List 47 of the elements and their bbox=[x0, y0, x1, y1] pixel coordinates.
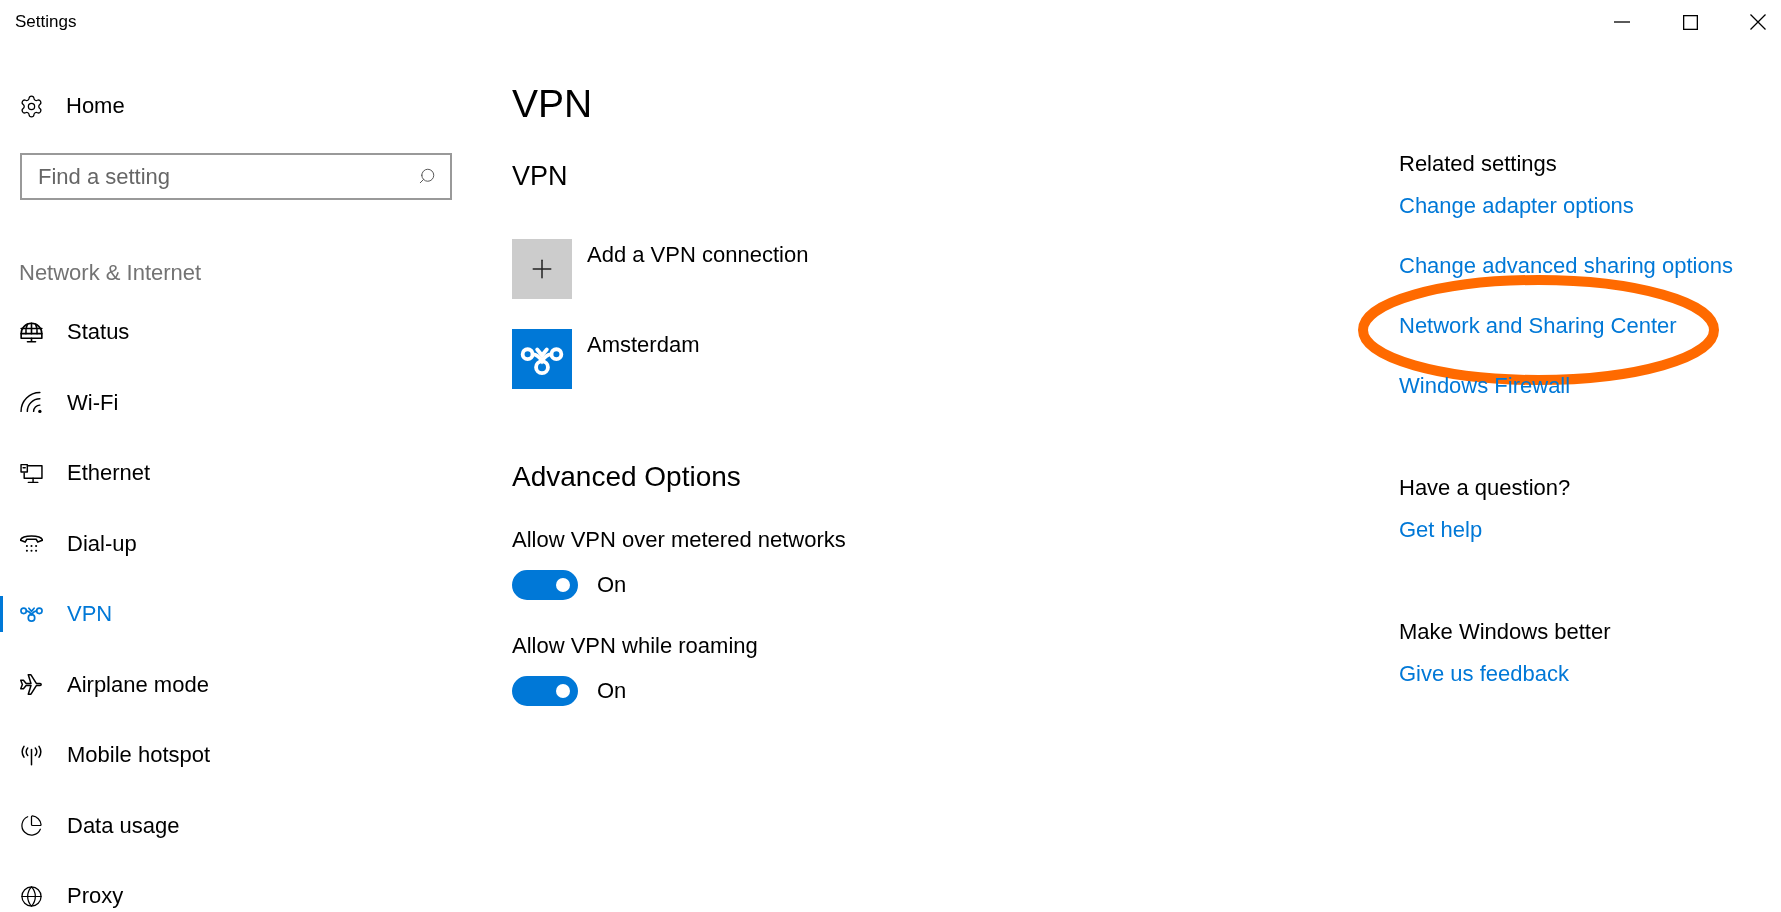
settings-link[interactable]: Give us feedback bbox=[1399, 660, 1569, 688]
option-label: Allow VPN while roaming bbox=[512, 632, 758, 660]
settings-link[interactable]: Change advanced sharing options bbox=[1399, 252, 1733, 280]
nav-item[interactable]: Proxy bbox=[0, 878, 130, 912]
nav-item[interactable]: Dial-up bbox=[0, 525, 143, 562]
section-label: Network & Internet bbox=[18, 259, 203, 287]
monitor-icon bbox=[20, 461, 43, 485]
globe-icon bbox=[20, 884, 43, 908]
section-heading: Advanced Options bbox=[512, 460, 741, 494]
minimize-icon bbox=[1614, 21, 1630, 23]
toggle-state-label: On bbox=[597, 677, 627, 705]
home-button[interactable]: Home bbox=[0, 82, 131, 130]
section-heading: Related settings bbox=[1399, 150, 1557, 178]
nav-item[interactable]: Ethernet bbox=[0, 455, 157, 491]
window-title: Settings bbox=[15, 12, 77, 32]
section-heading: Make Windows better bbox=[1399, 618, 1611, 646]
settings-link[interactable]: Change adapter options bbox=[1399, 192, 1634, 220]
nav-item[interactable]: Status bbox=[0, 314, 136, 350]
plus-icon bbox=[512, 239, 572, 299]
wifi-icon bbox=[20, 391, 43, 414]
toggle-switch[interactable] bbox=[512, 570, 578, 600]
nav-item[interactable]: VPN bbox=[0, 596, 119, 632]
nav-item[interactable]: Wi-Fi bbox=[0, 384, 125, 421]
nav-item[interactable]: Airplane mode bbox=[0, 666, 215, 703]
settings-link[interactable]: Network and Sharing Center bbox=[1399, 312, 1677, 340]
toggle-switch[interactable] bbox=[512, 676, 578, 706]
vpn-icon bbox=[512, 329, 572, 389]
settings-link[interactable]: Get help bbox=[1399, 516, 1483, 544]
telephone-icon bbox=[20, 532, 43, 555]
toggle-state-label: On bbox=[597, 571, 627, 599]
pie-chart-icon bbox=[20, 814, 43, 837]
airplane-icon bbox=[20, 673, 43, 696]
maximize-icon bbox=[1682, 14, 1698, 30]
add-connection-button[interactable]: Add a VPN connection bbox=[512, 239, 809, 299]
nav-item[interactable]: Mobile hotspot bbox=[0, 737, 217, 773]
vpn-connection-item[interactable]: Amsterdam bbox=[512, 329, 700, 389]
section-heading: Have a question? bbox=[1399, 474, 1571, 502]
search-field[interactable]: Find a setting bbox=[20, 153, 452, 200]
settings-icon bbox=[19, 93, 44, 119]
nav-item[interactable]: Data usage bbox=[0, 807, 186, 844]
close-icon bbox=[1750, 14, 1766, 30]
search-icon bbox=[418, 167, 436, 185]
page-title: VPN bbox=[512, 81, 593, 127]
section-heading: VPN bbox=[512, 160, 568, 193]
globe-icon bbox=[20, 320, 43, 344]
antenna-icon bbox=[20, 743, 43, 767]
option-label: Allow VPN over metered networks bbox=[512, 526, 846, 554]
